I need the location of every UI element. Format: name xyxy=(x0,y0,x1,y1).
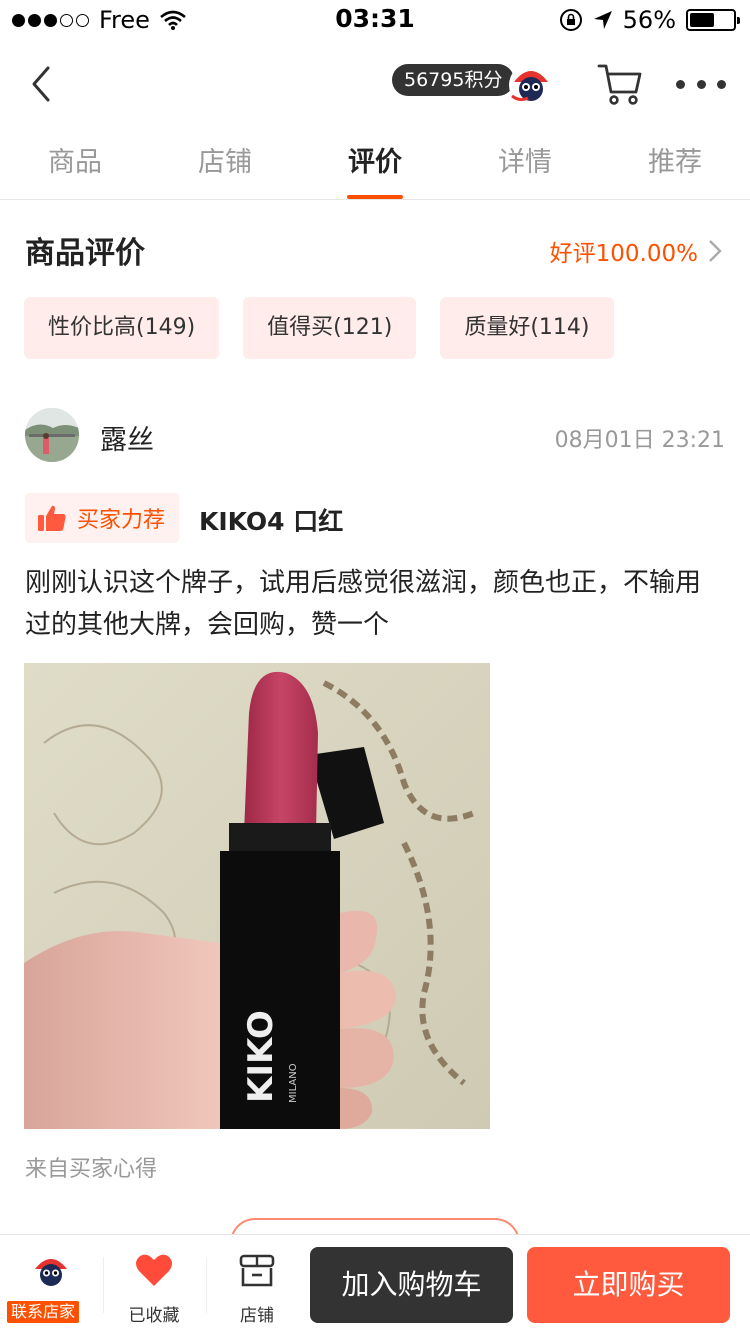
contact-shop-button[interactable]: 联系店家 xyxy=(0,1235,100,1334)
review-tag[interactable]: 质量好(114) xyxy=(440,297,614,359)
chevron-right-icon xyxy=(709,240,722,262)
bottom-action-bar: 联系店家 已收藏 店铺 加入购物车 立即购买 xyxy=(0,1234,750,1334)
status-bar: Free 03:31 56% xyxy=(0,0,750,40)
review-source: 来自买家心得 xyxy=(25,1157,158,1182)
good-rate-link[interactable]: 好评100.00% xyxy=(550,234,722,268)
favorite-button[interactable]: 已收藏 xyxy=(104,1235,204,1334)
contact-shop-label: 联系店家 xyxy=(7,1301,80,1323)
shop-button[interactable]: 店铺 xyxy=(207,1235,307,1334)
product-name: KIKO4 口红 xyxy=(199,507,344,536)
tab-product[interactable]: 商品 xyxy=(0,128,150,199)
photo-brand-text: KIKO xyxy=(241,1010,281,1103)
buyer-recommend-badge: 买家力荐 xyxy=(25,493,180,543)
review-text: 刚刚认识这个牌子，试用后感觉很滋润，颜色也正，不输用过的其他大牌，会回购，赞一个 xyxy=(25,568,702,640)
tab-details[interactable]: 详情 xyxy=(450,128,600,199)
mascot-avatar-icon[interactable] xyxy=(508,62,554,108)
review-tags: 性价比高(149) 值得买(121) 质量好(114) xyxy=(24,297,614,359)
tab-shop[interactable]: 店铺 xyxy=(150,128,300,199)
rotation-lock-icon xyxy=(559,9,582,31)
photo-brand-subtext: MILANO xyxy=(288,1063,299,1103)
review-tag[interactable]: 性价比高(149) xyxy=(24,297,220,359)
tab-reviews[interactable]: 评价 xyxy=(300,128,450,199)
location-arrow-icon xyxy=(593,11,612,29)
heart-icon xyxy=(136,1254,172,1286)
review-tag[interactable]: 值得买(121) xyxy=(243,297,417,359)
tab-bar: 商品 店铺 评价 详情 推荐 xyxy=(0,128,750,200)
points-badge[interactable]: 56795积分 xyxy=(392,64,515,96)
battery-percent: 56% xyxy=(622,6,676,34)
battery-icon xyxy=(686,9,740,31)
add-to-cart-button[interactable]: 加入购物车 xyxy=(310,1247,513,1323)
review-photo[interactable]: KIKO MILANO xyxy=(24,663,490,1129)
review-date: 08月01日 23:21 xyxy=(554,428,725,453)
thumbs-up-icon xyxy=(38,505,66,531)
back-arrow-icon[interactable] xyxy=(22,60,62,108)
badge-label: 买家力荐 xyxy=(77,508,166,533)
favorite-label: 已收藏 xyxy=(128,1306,180,1326)
reviewer-avatar[interactable] xyxy=(25,408,79,462)
good-rate-text: 好评100.00% xyxy=(549,241,698,267)
active-tab-indicator xyxy=(347,195,403,199)
product-review-page: Free 03:31 56% 56795积分 商品 店铺 评价 详情 推荐 商品… xyxy=(0,0,750,1334)
more-options-icon[interactable] xyxy=(676,66,726,102)
mascot-icon xyxy=(32,1252,70,1290)
shop-label: 店铺 xyxy=(240,1306,274,1326)
buy-now-button[interactable]: 立即购买 xyxy=(527,1247,730,1323)
tab-recommend[interactable]: 推荐 xyxy=(600,128,750,199)
shop-icon xyxy=(239,1254,275,1287)
reviewer-name: 露丝 xyxy=(100,425,154,456)
cart-icon[interactable] xyxy=(596,60,644,108)
section-title: 商品评价 xyxy=(25,236,145,271)
status-right: 56% xyxy=(559,6,740,34)
top-navbar: 56795积分 xyxy=(0,40,750,128)
